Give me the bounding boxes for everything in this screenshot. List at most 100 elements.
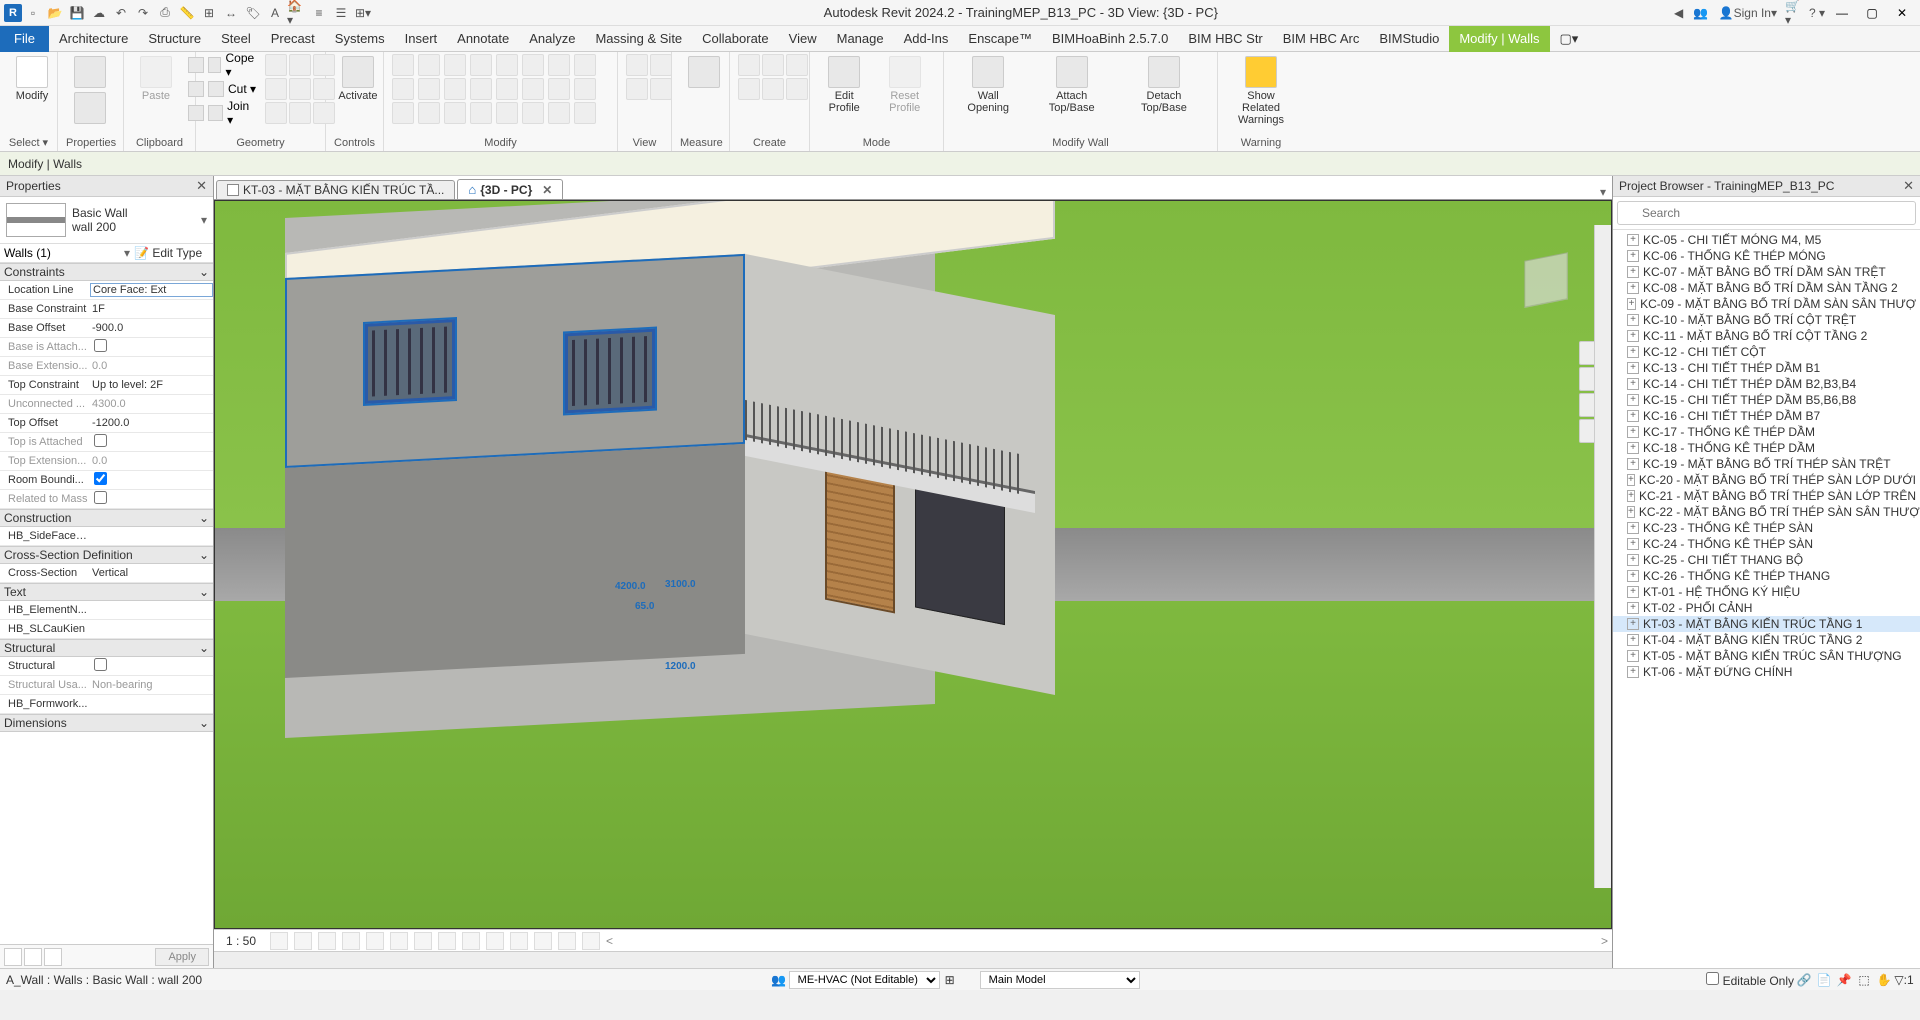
expand-icon[interactable]: + [1627, 266, 1639, 278]
apply-button[interactable]: Apply [155, 948, 209, 966]
expand-icon[interactable]: + [1627, 362, 1639, 374]
prop-row[interactable]: Top Extension...0.0 [0, 452, 213, 471]
prop-group-header[interactable]: Construction⌄ [0, 509, 213, 527]
tree-item[interactable]: +KC-09 - MẶT BẰNG BỐ TRÍ DẦM SÀN SÂN THƯ… [1613, 296, 1920, 312]
qat-tag-icon[interactable]: 🏷 [243, 3, 263, 23]
cut-geom-button[interactable]: Cut ▾ [204, 78, 261, 100]
view-tab-kt03[interactable]: KT-03 - MẶT BẰNG KIẾN TRÚC TẦ... [216, 180, 455, 199]
modify-tool-button[interactable]: Modify [8, 54, 56, 104]
tree-item[interactable]: +KT-02 - PHỐI CẢNH [1613, 600, 1920, 616]
expand-icon[interactable]: + [1627, 554, 1639, 566]
prop-group-header[interactable]: Dimensions⌄ [0, 714, 213, 732]
tree-item[interactable]: +KT-04 - MẶT BẰNG KIẾN TRÚC TẦNG 2 [1613, 632, 1920, 648]
tree-item[interactable]: +KC-07 - MẶT BẰNG BỐ TRÍ DẦM SÀN TRỆT [1613, 264, 1920, 280]
tree-item[interactable]: +KC-17 - THỐNG KÊ THÉP DẦM [1613, 424, 1920, 440]
prop-row[interactable]: HB_ElementN... [0, 601, 213, 620]
prop-value[interactable]: Core Face: Ext [90, 283, 213, 297]
dimension-label[interactable]: 3100.0 [665, 579, 696, 590]
tab-massing-site[interactable]: Massing & Site [585, 26, 692, 52]
type-selector[interactable]: Basic Wall wall 200 ▾ [0, 197, 213, 244]
expand-icon[interactable]: + [1627, 506, 1635, 518]
geom-btn-2[interactable] [289, 54, 311, 76]
mod-b8-icon[interactable] [574, 102, 596, 124]
editable-only-toggle[interactable]: Editable Only [1706, 972, 1794, 988]
analytical-icon[interactable] [534, 932, 552, 950]
dimension-label[interactable]: 1200.0 [665, 661, 696, 672]
panel-select-label[interactable]: Select ▾ [8, 134, 49, 149]
expand-icon[interactable]: + [1627, 458, 1639, 470]
close-button[interactable]: ✕ [1888, 3, 1916, 23]
tab-overflow-icon[interactable]: ▾ [1594, 185, 1612, 199]
sort-desc-icon[interactable] [44, 948, 62, 966]
prop-value[interactable] [90, 339, 213, 355]
prop-value[interactable] [90, 491, 213, 507]
tree-item[interactable]: +KC-23 - THỐNG KÊ THÉP SÀN [1613, 520, 1920, 536]
expand-icon[interactable]: + [1627, 602, 1639, 614]
select-pinned-icon[interactable]: 📌 [1835, 971, 1853, 989]
qat-redo-icon[interactable]: ↷ [133, 3, 153, 23]
tree-item[interactable]: +KC-11 - MẶT BẰNG BỐ TRÍ CỘT TẦNG 2 [1613, 328, 1920, 344]
attach-button[interactable]: Attach Top/Base [1028, 54, 1114, 116]
geom-btn-4[interactable] [265, 78, 287, 100]
tree-item[interactable]: +KC-24 - THỐNG KÊ THÉP SÀN [1613, 536, 1920, 552]
tree-item[interactable]: +KT-01 - HỆ THỐNG KÝ HIỆU [1613, 584, 1920, 600]
prop-row[interactable]: Related to Mass [0, 490, 213, 509]
qat-open-icon[interactable]: 📂 [45, 3, 65, 23]
worksharing-display-icon[interactable] [510, 932, 528, 950]
create-btn-2[interactable] [762, 54, 784, 76]
tab-bimhoabinh-2-5-7-0[interactable]: BIMHoaBinh 2.5.7.0 [1042, 26, 1178, 52]
qat-dim-icon[interactable]: ↔ [221, 3, 241, 23]
edit-profile-button[interactable]: Edit Profile [818, 54, 870, 116]
activate-button[interactable]: Activate [334, 54, 382, 104]
tree-item[interactable]: +KC-18 - THỐNG KÊ THÉP DẦM [1613, 440, 1920, 456]
project-browser-header[interactable]: Project Browser - TrainingMEP_B13_PC ✕ [1613, 176, 1920, 197]
expand-icon[interactable]: + [1627, 234, 1639, 246]
mod-mirror-icon[interactable] [392, 78, 414, 100]
mod-trim-icon[interactable] [470, 54, 492, 76]
tab-systems[interactable]: Systems [325, 26, 395, 52]
prop-row[interactable]: Structural Usa...Non-bearing [0, 676, 213, 695]
help-icon[interactable]: ? ▾ [1807, 3, 1827, 23]
mod-offset-icon[interactable] [574, 54, 596, 76]
prop-value[interactable] [90, 472, 213, 488]
dimension-label[interactable]: 4200.0 [615, 581, 646, 592]
prop-value[interactable] [90, 658, 213, 674]
project-tree[interactable]: +KC-05 - CHI TIẾT MÓNG M4, M5+KC-06 - TH… [1613, 230, 1920, 968]
prop-value[interactable]: -1200.0 [90, 417, 213, 429]
prop-value[interactable]: Up to level: 2F [90, 379, 213, 391]
viewcube[interactable] [1501, 241, 1591, 331]
prop-row[interactable]: HB_Formwork... [0, 695, 213, 714]
mod-b6-icon[interactable] [522, 102, 544, 124]
paste-button[interactable]: Paste [132, 54, 180, 104]
prop-row[interactable]: HB_SideFaceF... [0, 527, 213, 546]
prop-value[interactable]: 1F [90, 303, 213, 315]
mod-delete-icon[interactable] [522, 78, 544, 100]
create-btn-3[interactable] [786, 54, 808, 76]
prop-value[interactable]: 0.0 [90, 360, 213, 372]
mod-align-icon[interactable] [418, 78, 440, 100]
create-btn-1[interactable] [738, 54, 760, 76]
tree-item[interactable]: +KC-25 - CHI TIẾT THANG BỘ [1613, 552, 1920, 568]
geom-btn-7[interactable] [265, 102, 287, 124]
expand-icon[interactable]: + [1627, 666, 1639, 678]
tree-item[interactable]: +KC-08 - MẶT BẰNG BỐ TRÍ DẦM SÀN TẦNG 2 [1613, 280, 1920, 296]
prop-row[interactable]: Base is Attach... [0, 338, 213, 357]
tab-insert[interactable]: Insert [395, 26, 448, 52]
prop-row[interactable]: Top Offset-1200.0 [0, 414, 213, 433]
prop-row[interactable]: Unconnected ...4300.0 [0, 395, 213, 414]
show-warnings-button[interactable]: Show Related Warnings [1226, 54, 1296, 128]
prop-group-header[interactable]: Cross-Section Definition⌄ [0, 546, 213, 564]
dimension-label[interactable]: 65.0 [635, 601, 654, 612]
tree-item[interactable]: +KC-20 - MẶT BẰNG BỐ TRÍ THÉP SÀN LỚP DƯ… [1613, 472, 1920, 488]
mod-b3-icon[interactable] [444, 102, 466, 124]
qat-align-icon[interactable]: ⊞ [199, 3, 219, 23]
nav-back-icon[interactable]: ◀ [1669, 3, 1689, 23]
prop-value[interactable]: 4300.0 [90, 398, 213, 410]
tree-item[interactable]: +KC-15 - CHI TIẾT THÉP DẦM B5,B6,B8 [1613, 392, 1920, 408]
tab-collaborate[interactable]: Collaborate [692, 26, 779, 52]
tab-analyze[interactable]: Analyze [519, 26, 585, 52]
view-scale[interactable]: 1 : 50 [218, 934, 264, 948]
prop-group-header[interactable]: Text⌄ [0, 583, 213, 601]
prop-value[interactable]: 0.0 [90, 455, 213, 467]
properties-button[interactable] [66, 54, 114, 126]
